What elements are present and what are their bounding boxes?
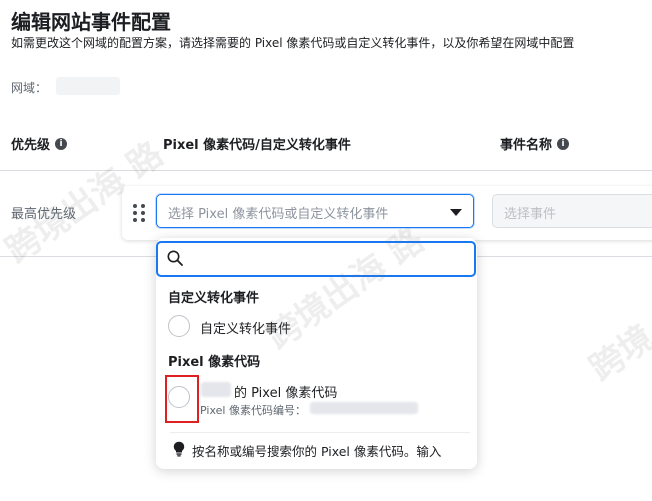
- tip-divider: [170, 432, 470, 433]
- page-description: 如需更改这个网域的配置方案，请选择需要的 Pixel 像素代码或自定义转化事件，…: [11, 36, 575, 50]
- header-pixel-event: Pixel 像素代码/自定义转化事件: [163, 134, 351, 153]
- radio-custom-conversion[interactable]: [168, 315, 190, 337]
- option-pixel[interactable]: 的 Pixel 像素代码: [234, 382, 337, 401]
- option-pixel-id-label: Pixel 像素代码编号：: [200, 404, 306, 417]
- search-input[interactable]: [156, 241, 476, 277]
- pixel-name-redacted: [201, 382, 231, 397]
- header-pixel-event-label: Pixel 像素代码/自定义转化事件: [163, 138, 351, 153]
- header-event-name: 事件名称 i: [500, 134, 570, 153]
- search-icon: [167, 250, 183, 266]
- lightbulb-icon: [173, 441, 185, 457]
- watermark-text: 跨境: [582, 317, 652, 390]
- search-tip: 按名称或编号搜索你的 Pixel 像素代码。输入: [192, 444, 442, 459]
- group-label-pixel: Pixel 像素代码: [168, 355, 261, 370]
- info-icon[interactable]: i: [557, 137, 570, 150]
- header-event-name-label: 事件名称: [500, 138, 553, 153]
- pixel-id-redacted: [310, 402, 418, 414]
- drag-handle-icon[interactable]: [133, 204, 145, 222]
- group-label-custom-conversion: 自定义转化事件: [168, 291, 260, 306]
- chevron-down-icon[interactable]: [450, 209, 462, 216]
- domain-value-redacted: [56, 77, 120, 95]
- domain-label: 网域：: [11, 81, 48, 95]
- pixel-event-select-placeholder: 选择 Pixel 像素代码或自定义转化事件: [168, 207, 389, 222]
- info-icon[interactable]: i: [55, 137, 68, 150]
- header-priority: 优先级 i: [11, 134, 68, 153]
- header-priority-label: 优先级: [11, 138, 51, 153]
- event-name-select-placeholder: 选择事件: [504, 207, 557, 222]
- page-title: 编辑网站事件配置: [11, 10, 171, 34]
- highlight-annotation: [165, 375, 199, 423]
